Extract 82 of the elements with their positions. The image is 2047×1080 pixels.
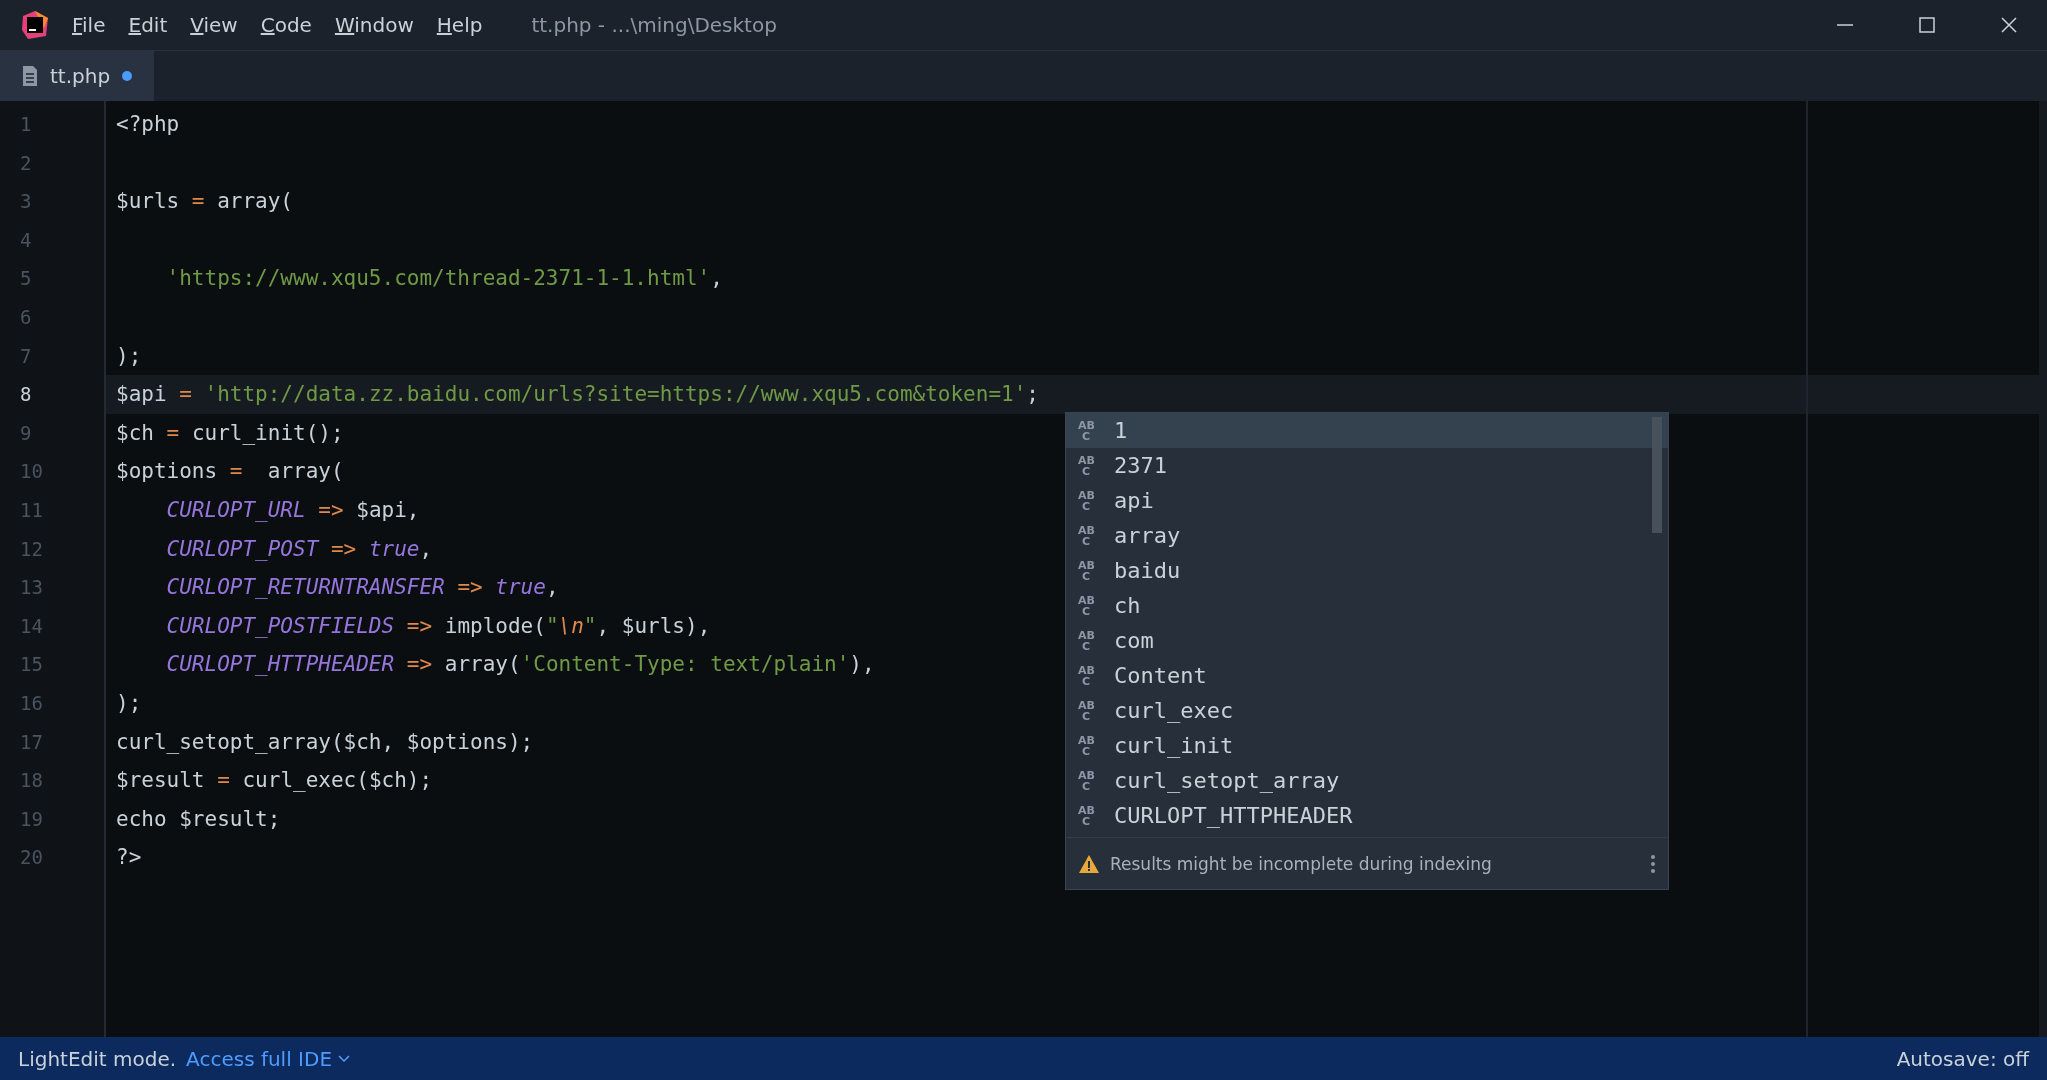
more-icon[interactable] (1650, 853, 1656, 874)
line-number: 5 (19, 266, 33, 292)
code-line: CURLOPT_POST => true, (165, 536, 433, 561)
completion-item[interactable]: AB C baidu (1066, 553, 1668, 588)
menu-item[interactable]: Window (334, 13, 414, 37)
text-completion-icon: AB C (1078, 594, 1102, 617)
menu-item[interactable]: Edit (128, 13, 168, 37)
line-number: 20 (19, 845, 44, 871)
text-completion-icon: AB C (1078, 489, 1102, 512)
line-number: 8 (19, 382, 33, 408)
indexing-warning: Results might be incomplete during indexing (1110, 853, 1493, 874)
line-number: 1 (19, 112, 33, 137)
completion-item[interactable]: AB C curl_setopt_array (1066, 763, 1668, 798)
code-line: $ch = curl_init(); (116, 420, 344, 445)
autosave-status: Autosave: off (1896, 1046, 2029, 1071)
line-number: 17 (19, 729, 44, 755)
code-line: $result = curl_exec($ch); (116, 768, 433, 793)
code-line: 'https://www.xqu5.com/thread-2371-1-1.html', (165, 266, 723, 291)
scrollbar-thumb[interactable] (1652, 417, 1662, 533)
code-line: CURLOPT_RETURNTRANSFER => true, (165, 575, 559, 600)
line-number: 2 (19, 150, 33, 176)
text-completion-icon: AB C (1078, 524, 1102, 547)
line-number: 19 (19, 806, 44, 832)
line-number: 11 (19, 497, 44, 523)
menu-item[interactable]: View (190, 13, 238, 37)
line-number: 12 (19, 536, 44, 562)
completion-item[interactable]: AB C curl_init (1066, 728, 1668, 763)
text-completion-icon: AB C (1078, 559, 1102, 582)
code-line: CURLOPT_POSTFIELDS => implode("\n", $urls), (165, 613, 711, 638)
line-number: 14 (19, 613, 44, 639)
line-number: 10 (19, 459, 44, 485)
completion-item[interactable]: AB C CURLOPT_HTTPHEADER (1066, 798, 1668, 833)
access-ide-link[interactable]: Access full IDE (186, 1046, 351, 1071)
completion-item[interactable]: AB C 2371 (1066, 448, 1668, 483)
line-number: 4 (19, 227, 33, 253)
text-completion-icon: AB C (1078, 664, 1102, 687)
warning-icon (1078, 853, 1100, 874)
text-completion-icon: AB C (1078, 419, 1102, 442)
text-completion-icon: AB C (1078, 804, 1102, 827)
completion-item[interactable]: AB C 1 (1066, 413, 1668, 448)
scrollbar[interactable] (2039, 101, 2047, 1037)
code-line: curl_setopt_array($ch, $options); (116, 729, 534, 754)
completion-item[interactable]: AB C api (1066, 483, 1668, 518)
app-logo-icon (20, 10, 50, 40)
text-completion-icon: AB C (1078, 769, 1102, 792)
mode-label: LightEdit mode. (18, 1046, 177, 1071)
maximize-icon[interactable] (1917, 15, 1937, 35)
line-number: 18 (19, 768, 44, 794)
window-title: tt.php - ...\ming\Desktop (531, 13, 778, 37)
line-number: 7 (19, 343, 33, 369)
code-line: echo $result; (116, 806, 281, 831)
menu-item[interactable]: Code (260, 13, 312, 37)
menu-item[interactable]: File (72, 13, 106, 37)
code-line: CURLOPT_HTTPHEADER => array('Content-Type: text/plain'), (165, 652, 875, 677)
text-completion-icon: AB C (1078, 734, 1102, 757)
menu-item[interactable]: Help (436, 13, 483, 37)
close-icon[interactable] (1999, 15, 2019, 35)
code-line: $api = 'http://data.zz.baidu.com/urls?site=https://www.xqu5.com&token=1'; (116, 382, 1039, 407)
line-number: 6 (19, 304, 33, 330)
chevron-down-icon (338, 1054, 351, 1063)
line-number: 9 (19, 420, 33, 446)
text-completion-icon: AB C (1078, 629, 1102, 652)
code-line: ); (116, 343, 142, 368)
line-number: 15 (19, 652, 44, 678)
line-number: 13 (19, 575, 44, 601)
code-line: $options = array( (116, 459, 344, 484)
code-line: CURLOPT_URL => $api, (165, 497, 420, 522)
line-number: 3 (19, 189, 33, 215)
completion-item[interactable]: AB C curl_exec (1066, 693, 1668, 728)
completion-item[interactable]: AB C ch (1066, 588, 1668, 623)
completion-item[interactable]: AB C array (1066, 518, 1668, 553)
code-line: ); (116, 690, 142, 715)
file-icon (22, 65, 38, 87)
code-line: <?php (116, 112, 180, 136)
text-completion-icon: AB C (1078, 454, 1102, 477)
completion-item[interactable]: AB C com (1066, 623, 1668, 658)
line-number: 16 (19, 690, 44, 716)
code-line: $urls = array( (116, 189, 293, 214)
code-line: ?> (116, 845, 142, 870)
text-completion-icon: AB C (1078, 699, 1102, 722)
completion-item[interactable]: AB C Content (1066, 658, 1668, 693)
file-tab[interactable]: tt.php (0, 51, 155, 101)
